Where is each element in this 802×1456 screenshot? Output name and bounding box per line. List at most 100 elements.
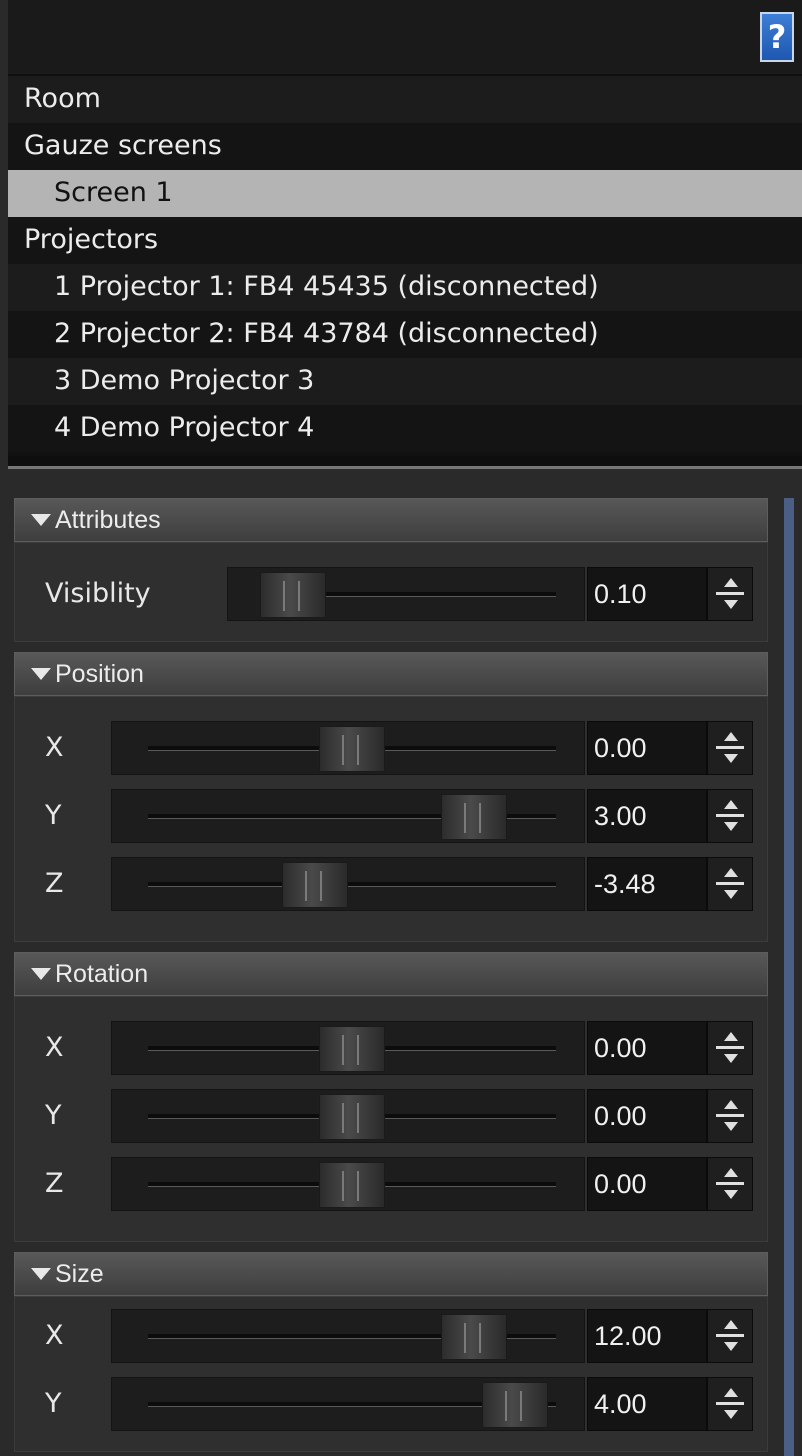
section-title: Size <box>55 1260 104 1288</box>
attributes-header[interactable]: Attributes <box>14 498 768 542</box>
spin-up-icon[interactable] <box>724 1168 738 1177</box>
visibility-label: Visiblity <box>45 578 151 609</box>
slider-groove <box>148 882 556 887</box>
size-y-row: Y 4.00 <box>15 1375 769 1433</box>
position-header[interactable]: Position <box>14 652 768 696</box>
tree-item-room[interactable]: Room <box>8 76 802 123</box>
rotation-y-slider[interactable] <box>111 1089 585 1143</box>
slider-handle[interactable] <box>260 572 327 618</box>
rotation-y-value[interactable]: 0.00 <box>587 1089 707 1143</box>
spin-down-icon[interactable] <box>724 822 738 831</box>
spin-up-icon[interactable] <box>724 578 738 587</box>
inspector-window: ? Room Gauze screens Screen 1 Projectors… <box>0 0 802 1456</box>
size-section: Size X 12.00 Y 4.00 <box>14 1252 768 1452</box>
spin-down-icon[interactable] <box>724 890 738 899</box>
size-header[interactable]: Size <box>14 1252 768 1296</box>
help-icon[interactable]: ? <box>760 12 794 62</box>
spin-down-icon[interactable] <box>724 1054 738 1063</box>
slider-handle[interactable] <box>319 1162 385 1208</box>
rotation-y-label: Y <box>45 1100 62 1131</box>
tree-item-gauze-screens[interactable]: Gauze screens <box>8 123 802 170</box>
rotation-y-spinner[interactable] <box>707 1089 753 1143</box>
vertical-scrollbar[interactable] <box>784 498 794 1456</box>
position-y-label: Y <box>45 800 62 831</box>
collapse-triangle-icon <box>31 514 51 526</box>
slider-handle[interactable] <box>319 726 385 772</box>
rotation-z-label: Z <box>45 1168 64 1199</box>
rotation-z-spinner[interactable] <box>707 1157 753 1211</box>
rotation-z-row: Z 0.00 <box>15 1155 769 1213</box>
spin-down-icon[interactable] <box>724 1342 738 1351</box>
spin-down-icon[interactable] <box>724 600 738 609</box>
size-x-label: X <box>45 1320 64 1351</box>
spin-up-icon[interactable] <box>724 1100 738 1109</box>
rotation-x-label: X <box>45 1032 64 1063</box>
collapse-triangle-icon <box>31 968 51 980</box>
spin-divider <box>716 1046 744 1049</box>
position-z-value[interactable]: -3.48 <box>587 857 707 911</box>
position-y-row: Y 3.00 <box>15 787 769 845</box>
spin-divider <box>716 1182 744 1185</box>
size-y-value[interactable]: 4.00 <box>587 1377 707 1431</box>
tree-item-projectors[interactable]: Projectors <box>8 217 802 264</box>
spin-down-icon[interactable] <box>724 754 738 763</box>
section-title: Attributes <box>55 506 161 534</box>
position-x-row: X 0.00 <box>15 719 769 777</box>
tree-item-demo-projector-4[interactable]: 4 Demo Projector 4 <box>8 405 802 452</box>
collapse-triangle-icon <box>31 1268 51 1280</box>
tree-item-projector-1[interactable]: 1 Projector 1: FB4 45435 (disconnected) <box>8 264 802 311</box>
visibility-slider[interactable] <box>227 567 585 621</box>
panel-toolbar: ? <box>8 0 802 76</box>
position-x-label: X <box>45 732 64 763</box>
position-y-slider[interactable] <box>111 789 585 843</box>
spin-divider <box>716 882 744 885</box>
tree-item-demo-projector-3[interactable]: 3 Demo Projector 3 <box>8 358 802 405</box>
spin-up-icon[interactable] <box>724 1388 738 1397</box>
spin-divider <box>716 1402 744 1405</box>
position-x-spinner[interactable] <box>707 721 753 775</box>
spin-divider <box>716 592 744 595</box>
spin-up-icon[interactable] <box>724 1320 738 1329</box>
slider-handle[interactable] <box>441 794 508 840</box>
position-z-spinner[interactable] <box>707 857 753 911</box>
spin-down-icon[interactable] <box>724 1410 738 1419</box>
rotation-x-slider[interactable] <box>111 1021 585 1075</box>
rotation-z-value[interactable]: 0.00 <box>587 1157 707 1211</box>
splitter-handle[interactable] <box>8 456 802 469</box>
slider-handle[interactable] <box>319 1026 385 1072</box>
position-z-slider[interactable] <box>111 857 585 911</box>
visibility-spinner[interactable] <box>707 567 753 621</box>
spin-up-icon[interactable] <box>724 800 738 809</box>
size-x-spinner[interactable] <box>707 1309 753 1363</box>
spin-divider <box>716 814 744 817</box>
rotation-x-spinner[interactable] <box>707 1021 753 1075</box>
position-x-slider[interactable] <box>111 721 585 775</box>
position-x-value[interactable]: 0.00 <box>587 721 707 775</box>
visibility-row: Visiblity 0.10 <box>15 565 769 623</box>
tree-item-screen-1[interactable]: Screen 1 <box>8 170 802 217</box>
position-y-value[interactable]: 3.00 <box>587 789 707 843</box>
spin-up-icon[interactable] <box>724 732 738 741</box>
section-title: Rotation <box>55 960 149 988</box>
size-y-spinner[interactable] <box>707 1377 753 1431</box>
rotation-body: X 0.00 Y 0.00 Z 0.00 <box>14 996 768 1242</box>
spin-down-icon[interactable] <box>724 1122 738 1131</box>
spin-down-icon[interactable] <box>724 1190 738 1199</box>
slider-handle[interactable] <box>482 1382 549 1428</box>
size-x-value[interactable]: 12.00 <box>587 1309 707 1363</box>
slider-handle[interactable] <box>319 1094 385 1140</box>
rotation-x-value[interactable]: 0.00 <box>587 1021 707 1075</box>
position-y-spinner[interactable] <box>707 789 753 843</box>
slider-handle[interactable] <box>282 862 349 908</box>
rotation-z-slider[interactable] <box>111 1157 585 1211</box>
size-x-slider[interactable] <box>111 1309 585 1363</box>
size-y-slider[interactable] <box>111 1377 585 1431</box>
visibility-value[interactable]: 0.10 <box>587 567 707 621</box>
rotation-header[interactable]: Rotation <box>14 952 768 996</box>
spin-up-icon[interactable] <box>724 868 738 877</box>
position-section: Position X 0.00 Y 3.00 Z -3.48 <box>14 652 768 942</box>
spin-up-icon[interactable] <box>724 1032 738 1041</box>
slider-handle[interactable] <box>441 1314 508 1360</box>
tree-item-projector-2[interactable]: 2 Projector 2: FB4 43784 (disconnected) <box>8 311 802 358</box>
spin-divider <box>716 746 744 749</box>
